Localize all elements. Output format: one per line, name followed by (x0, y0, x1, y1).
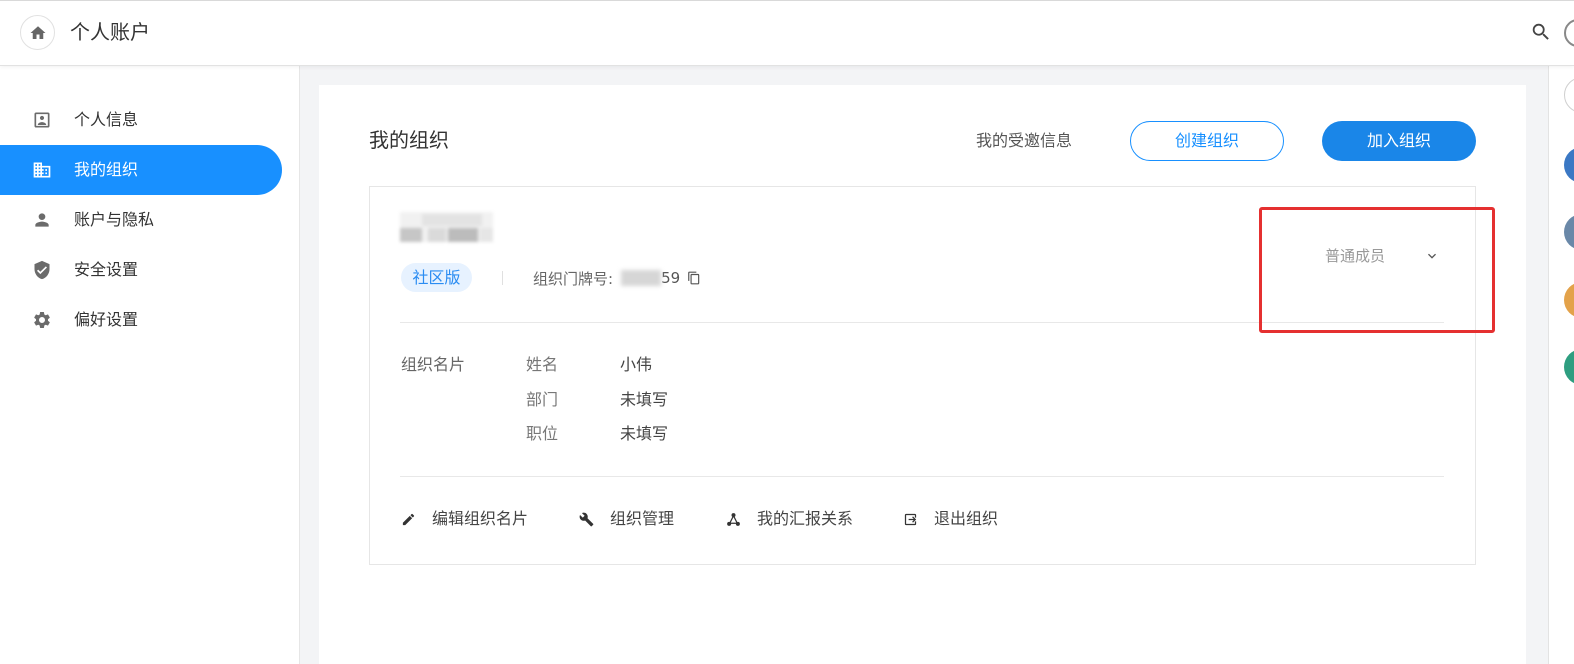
action-label: 组织管理 (610, 509, 675, 528)
avatar[interactable] (1564, 349, 1574, 385)
avatar[interactable] (1564, 214, 1574, 250)
edit-card-action[interactable]: 编辑组织名片 (401, 507, 528, 531)
user-avatar-button[interactable] (1563, 18, 1574, 48)
action-label: 退出组织 (934, 509, 999, 528)
content-card: 我的组织 我的受邀信息 创建组织 加入组织 社区版 组织门牌号: 59 普通成员 (319, 85, 1526, 664)
sidebar-item-label: 偏好设置 (74, 310, 139, 329)
sidebar-item-label: 个人信息 (74, 110, 139, 129)
app-header: 个人账户 (0, 0, 1574, 66)
search-button[interactable] (1530, 21, 1552, 43)
business-card-label: 组织名片 (401, 355, 466, 374)
person-icon (32, 210, 52, 230)
door-number: 组织门牌号: 59 (533, 266, 701, 290)
leave-org-action[interactable]: 退出组织 (903, 507, 998, 531)
home-button[interactable] (20, 15, 55, 50)
sidebar: 个人信息 我的组织 账户与隐私 安全设置 偏好设置 (0, 66, 300, 664)
sidebar-item-account-privacy[interactable]: 账户与隐私 (0, 195, 282, 245)
avatar[interactable] (1564, 77, 1574, 113)
field-position-label: 职位 (526, 424, 559, 443)
page-title: 个人账户 (70, 20, 150, 44)
door-number-label: 组织门牌号: (533, 269, 614, 288)
field-name-label: 姓名 (526, 355, 559, 374)
sidebar-item-preferences[interactable]: 偏好设置 (0, 295, 282, 345)
sidebar-item-security-settings[interactable]: 安全设置 (0, 245, 282, 295)
org-name-redacted (400, 212, 493, 242)
sidebar-item-label: 账户与隐私 (74, 210, 155, 229)
door-number-value: 59 (661, 269, 681, 287)
search-icon (1532, 23, 1549, 40)
wrench-icon (579, 512, 594, 527)
field-department-label: 部门 (526, 390, 559, 409)
gear-icon (32, 310, 52, 330)
sidebar-item-label: 安全设置 (74, 260, 139, 279)
invitations-link[interactable]: 我的受邀信息 (976, 129, 1072, 153)
contact-card-icon (32, 110, 52, 130)
hierarchy-icon (726, 512, 741, 527)
shield-icon (32, 260, 52, 280)
avatar[interactable] (1564, 147, 1574, 183)
field-position-value: 未填写 (620, 424, 669, 443)
home-icon (30, 25, 45, 39)
user-avatar (1564, 19, 1574, 47)
exit-icon (903, 512, 918, 527)
action-label: 我的汇报关系 (757, 509, 854, 528)
copy-button[interactable] (687, 271, 701, 285)
highlight-annotation (1259, 207, 1495, 333)
org-management-action[interactable]: 组织管理 (579, 507, 674, 531)
pencil-icon (401, 512, 416, 527)
field-name-value: 小伟 (620, 355, 653, 374)
action-label: 编辑组织名片 (432, 509, 529, 528)
divider (400, 476, 1444, 477)
edition-badge: 社区版 (401, 263, 472, 292)
divider (502, 271, 503, 285)
join-org-button[interactable]: 加入组织 (1322, 121, 1476, 161)
field-department-value: 未填写 (620, 390, 669, 409)
copy-icon (688, 271, 700, 285)
sidebar-item-label: 我的组织 (74, 160, 139, 179)
door-number-redacted (621, 270, 662, 286)
avatar[interactable] (1564, 282, 1574, 318)
right-rail (1548, 66, 1574, 664)
section-title: 我的组织 (369, 128, 449, 152)
sidebar-item-personal-info[interactable]: 个人信息 (0, 95, 282, 145)
building-icon (32, 160, 52, 180)
sidebar-item-my-organization[interactable]: 我的组织 (0, 145, 282, 195)
reporting-relations-action[interactable]: 我的汇报关系 (726, 507, 853, 531)
create-org-button[interactable]: 创建组织 (1130, 121, 1284, 161)
